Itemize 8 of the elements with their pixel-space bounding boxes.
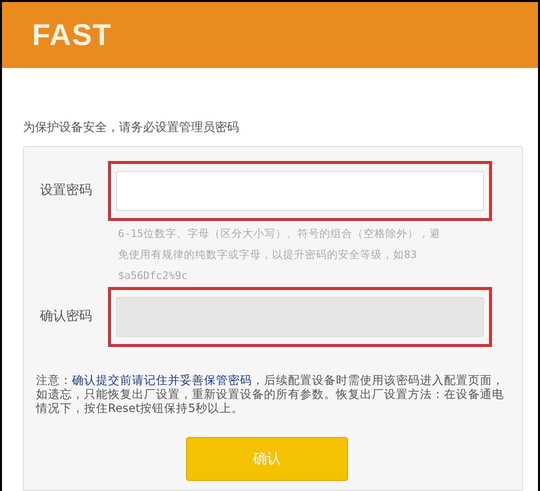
field-label: 确认密码 xyxy=(39,308,93,326)
hint-text: 6-15位数字、字母（区分大小写）、符号的组合（空格除外），避 免使用有规律的纯数字或字母，以提升密码的安全等级，如83 $a56Dfc2%9c xyxy=(118,227,442,284)
intro-text: 为保护设备安全，请务必设置管理员密码 xyxy=(23,119,240,136)
brand-logo: FAST xyxy=(32,18,112,54)
note-text: 注意：确认提交前请记住并妥善保管密码，后续配置设备时需使用该密码进入配置页面，如遗忘，只能恢复出厂设置，重新设置设备的所有参数。恢复出厂设置方法：在设备通电情况下，按住Reset按钮保持5秒以上。 xyxy=(36,373,505,415)
password-field[interactable] xyxy=(116,171,484,211)
note-link[interactable]: 确认提交前请记住并妥善保管密码 xyxy=(72,373,252,387)
field-label: 设置密码 xyxy=(39,182,93,200)
